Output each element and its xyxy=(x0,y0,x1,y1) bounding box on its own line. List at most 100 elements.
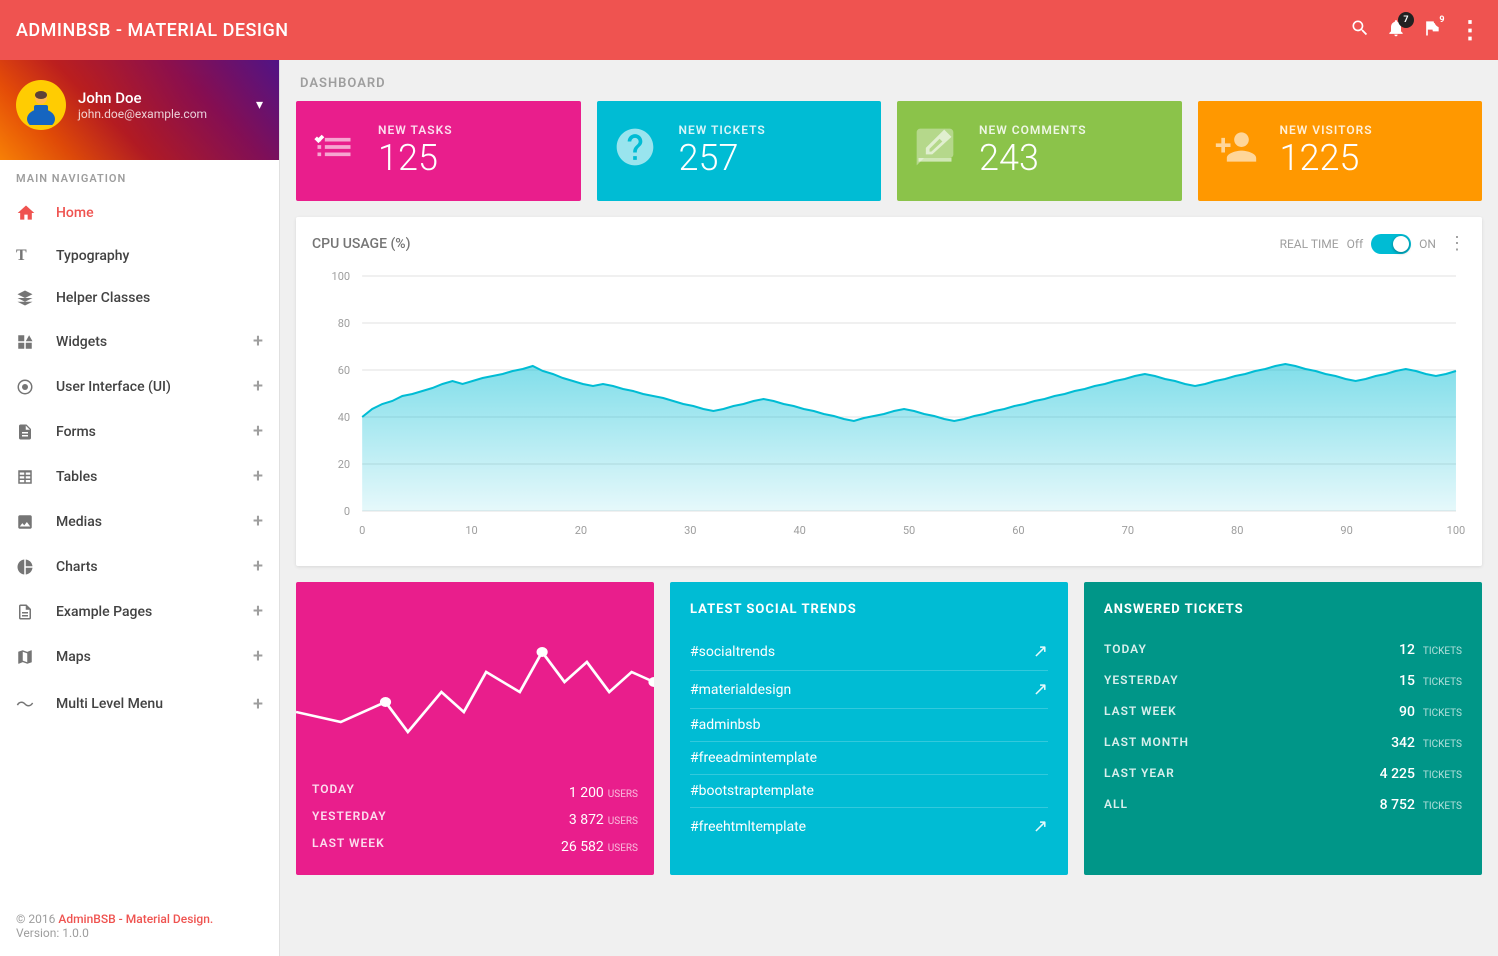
ticket-label-3: LAST MONTH xyxy=(1104,735,1189,749)
yesterday-label: YESTERDAY xyxy=(312,809,387,828)
sidebar-item-label-tables: Tables xyxy=(56,469,253,485)
multi-expand-icon[interactable]: + xyxy=(253,694,263,715)
cpu-chart-svg: 100 80 60 40 20 0 0 10 20 30 40 50 60 70… xyxy=(312,266,1466,546)
sidebar: John Doe john.doe@example.com ▾ MAIN NAV… xyxy=(0,60,280,956)
maps-icon xyxy=(16,648,44,666)
tasks-label: NEW TASKS xyxy=(378,123,565,137)
ticket-label-1: YESTERDAY xyxy=(1104,673,1179,687)
ticket-count-5: 8 752 TICKETS xyxy=(1380,794,1462,813)
sidebar-item-charts[interactable]: Charts + xyxy=(0,544,279,589)
medias-icon xyxy=(16,513,44,531)
sparkline-row-today: TODAY 1 200 USERS xyxy=(312,778,638,805)
notifications-icon[interactable]: 7 xyxy=(1386,18,1406,43)
ticket-row-1: YESTERDAY 15 TICKETS xyxy=(1104,664,1462,695)
sidebar-item-label-widgets: Widgets xyxy=(56,334,253,350)
sidebar-item-example-pages[interactable]: Example Pages + xyxy=(0,589,279,634)
social-trends-title: LATEST SOCIAL TRENDS xyxy=(690,602,1048,617)
forms-icon xyxy=(16,423,44,441)
today-value: 1 200 USERS xyxy=(569,782,638,801)
ticket-label-2: LAST WEEK xyxy=(1104,704,1177,718)
ticket-row-3: LAST MONTH 342 TICKETS xyxy=(1104,726,1462,757)
sidebar-item-multi-level[interactable]: 〜 Multi Level Menu + xyxy=(0,679,279,729)
ticket-label-4: LAST YEAR xyxy=(1104,766,1175,780)
realtime-toggle-switch[interactable] xyxy=(1371,234,1411,254)
tickets-info: NEW TICKETS 257 xyxy=(679,123,866,179)
dashboard-header: DASHBOARD xyxy=(280,60,1498,101)
maps-expand-icon[interactable]: + xyxy=(253,646,263,667)
sidebar-item-label-forms: Forms xyxy=(56,424,253,440)
flag-icon[interactable]: 9 xyxy=(1422,18,1442,43)
answered-tickets-card: ANSWERED TICKETS TODAY 12 TICKETS YESTER… xyxy=(1084,582,1482,875)
widgets-expand-icon[interactable]: + xyxy=(253,331,263,352)
example-expand-icon[interactable]: + xyxy=(253,601,263,622)
sparkline-card: TODAY 1 200 USERS YESTERDAY 3 872 USERS xyxy=(296,582,654,875)
more-icon[interactable]: ⋮ xyxy=(1458,16,1482,44)
notifications-badge: 7 xyxy=(1398,12,1414,28)
trend-arrow-1: ↗ xyxy=(1033,679,1048,700)
sidebar-item-ui[interactable]: User Interface (UI) + xyxy=(0,364,279,409)
social-item-3: #freeadmintemplate xyxy=(690,742,1048,775)
sidebar-item-widgets[interactable]: Widgets + xyxy=(0,319,279,364)
svg-text:10: 10 xyxy=(465,524,477,537)
social-item-1: #materialdesign ↗ xyxy=(690,671,1048,709)
multi-level-icon: 〜 xyxy=(16,691,44,717)
sidebar-item-home[interactable]: Home xyxy=(0,191,279,235)
social-tag-3: #freeadmintemplate xyxy=(690,750,1048,766)
visitors-value: 1225 xyxy=(1280,137,1467,179)
trend-arrow-5: ↗ xyxy=(1033,816,1048,837)
sidebar-item-helper-classes[interactable]: Helper Classes xyxy=(0,277,279,319)
charts-icon xyxy=(16,558,44,576)
sidebar-item-forms[interactable]: Forms + xyxy=(0,409,279,454)
main-content: DASHBOARD NEW TASKS 125 xyxy=(280,60,1498,956)
stat-card-new-comments: NEW COMMENTS 243 xyxy=(897,101,1182,201)
svg-text:70: 70 xyxy=(1122,524,1134,537)
svg-text:60: 60 xyxy=(338,364,350,377)
chart-title: CPU USAGE (%) xyxy=(312,236,1280,252)
ticket-row-5: ALL 8 752 TICKETS xyxy=(1104,788,1462,819)
sidebar-item-typography[interactable]: T Typography xyxy=(0,235,279,277)
on-label: ON xyxy=(1419,237,1436,251)
sidebar-header: John Doe john.doe@example.com ▾ xyxy=(0,60,279,160)
tasks-value: 125 xyxy=(378,137,565,179)
user-chevron-icon[interactable]: ▾ xyxy=(256,97,263,113)
svg-text:60: 60 xyxy=(1012,524,1024,537)
ticket-label-0: TODAY xyxy=(1104,642,1147,656)
sidebar-item-label-example: Example Pages xyxy=(56,604,253,620)
svg-text:100: 100 xyxy=(1447,524,1466,537)
social-tag-5: #freehtmltemplate xyxy=(690,819,1033,835)
tables-expand-icon[interactable]: + xyxy=(253,466,263,487)
sparkline-dot-2 xyxy=(537,647,548,657)
social-item-0: #socialtrends ↗ xyxy=(690,633,1048,671)
svg-text:80: 80 xyxy=(338,317,350,330)
tables-icon xyxy=(16,468,44,486)
chart-header: CPU USAGE (%) REAL TIME Off ON ⋮ xyxy=(312,233,1466,254)
today-label: TODAY xyxy=(312,782,355,801)
ticket-row-4: LAST YEAR 4 225 TICKETS xyxy=(1104,757,1462,788)
footer-link[interactable]: AdminBSB - Material Design. xyxy=(58,912,213,926)
comments-value: 243 xyxy=(979,137,1166,179)
sidebar-item-label-maps: Maps xyxy=(56,649,253,665)
sidebar-item-medias[interactable]: Medias + xyxy=(0,499,279,544)
stat-cards: NEW TASKS 125 NEW TICKETS 257 xyxy=(280,101,1498,217)
trend-arrow-0: ↗ xyxy=(1033,641,1048,662)
svg-text:40: 40 xyxy=(793,524,805,537)
search-icon[interactable] xyxy=(1350,18,1370,43)
stat-card-new-visitors: NEW VISITORS 1225 xyxy=(1198,101,1483,201)
sidebar-item-maps[interactable]: Maps + xyxy=(0,634,279,679)
svg-text:0: 0 xyxy=(344,505,350,518)
home-icon xyxy=(16,203,44,223)
ticket-label-5: ALL xyxy=(1104,797,1128,811)
medias-expand-icon[interactable]: + xyxy=(253,511,263,532)
social-item-2: #adminbsb xyxy=(690,709,1048,742)
sidebar-item-tables[interactable]: Tables + xyxy=(0,454,279,499)
ui-expand-icon[interactable]: + xyxy=(253,376,263,397)
tasks-icon xyxy=(312,125,362,178)
chart-more-icon[interactable]: ⋮ xyxy=(1448,233,1466,254)
forms-expand-icon[interactable]: + xyxy=(253,421,263,442)
yesterday-value: 3 872 USERS xyxy=(569,809,638,828)
social-tag-0: #socialtrends xyxy=(690,644,1033,660)
sparkline-row-lastweek: LAST WEEK 26 582 USERS xyxy=(312,832,638,859)
social-tag-2: #adminbsb xyxy=(690,717,1048,733)
svg-text:50: 50 xyxy=(903,524,915,537)
charts-expand-icon[interactable]: + xyxy=(253,556,263,577)
